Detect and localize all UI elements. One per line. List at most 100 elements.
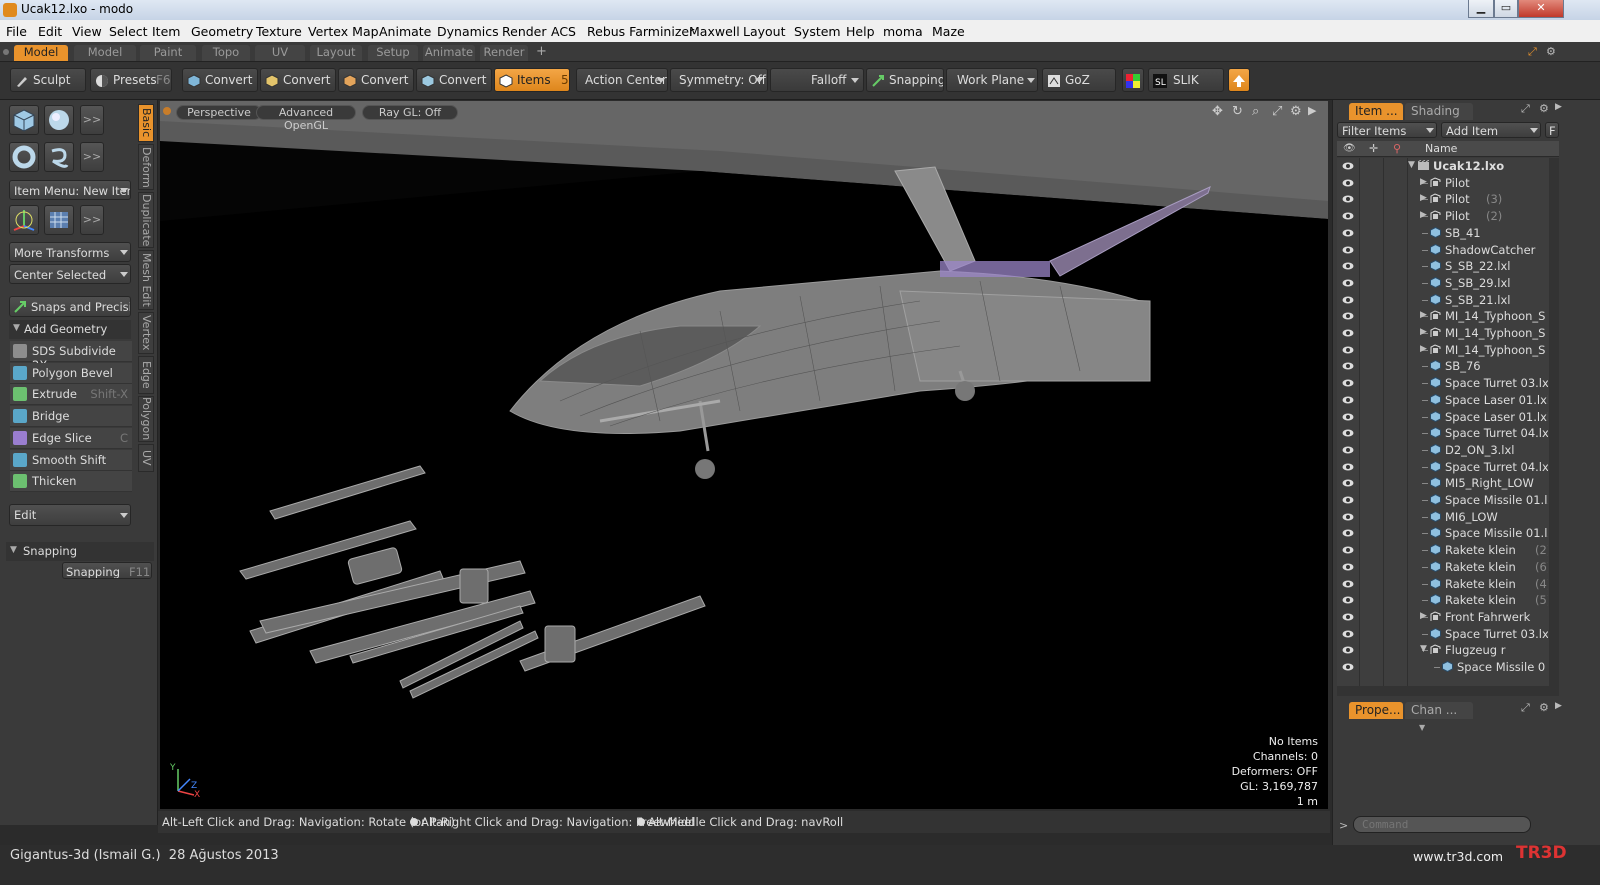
tree-row[interactable]: Space Turret 04.lx <box>1338 425 1548 442</box>
vtab-edge[interactable]: Edge <box>138 356 154 394</box>
menu-file[interactable]: File <box>6 24 27 39</box>
vtab-uv[interactable]: UV <box>138 444 154 472</box>
visibility-eye-icon[interactable] <box>1342 427 1354 439</box>
grid-tool-button[interactable] <box>44 205 74 235</box>
tree-row[interactable]: ▶ Pilot (2) <box>1338 208 1548 225</box>
close-icon[interactable]: ✕ <box>1518 0 1564 18</box>
vtab-vertex[interactable]: Vertex <box>138 312 154 354</box>
visibility-eye-icon[interactable] <box>1342 260 1354 272</box>
tool-polygon-bevel[interactable]: Polygon Bevel <box>10 362 132 384</box>
transform-tool-button[interactable] <box>9 205 39 235</box>
tree-row[interactable]: ▼ Ucak12.lxo <box>1338 158 1548 175</box>
tab-layout-topo[interactable]: Topo <box>202 45 250 61</box>
visibility-eye-icon[interactable] <box>1342 327 1354 339</box>
visibility-eye-icon[interactable] <box>1342 193 1354 205</box>
slik-button[interactable]: SL SLIK <box>1148 68 1224 92</box>
menu-help[interactable]: Help <box>846 24 875 39</box>
visibility-eye-icon[interactable] <box>1342 644 1354 656</box>
falloff-dropdown[interactable]: Falloff <box>770 68 864 92</box>
lock-column-icon[interactable]: ✛ <box>1369 142 1378 155</box>
menu-dynamics[interactable]: Dynamics <box>437 24 499 39</box>
expand-layout-icon[interactable]: ⤢ <box>1528 45 1537 59</box>
menu-moma[interactable]: moma <box>883 24 923 39</box>
zoom-view-icon[interactable]: ⌕ <box>1252 104 1259 119</box>
expand-right-icon[interactable]: ▶ <box>1420 177 1427 187</box>
tree-row[interactable]: ShadowCatcher <box>1338 242 1548 259</box>
menu-render[interactable]: Render <box>502 24 547 39</box>
vtab-deform[interactable]: Deform <box>138 144 154 190</box>
snapping-section-header[interactable]: ▼ Snapping <box>6 542 154 561</box>
tree-row[interactable]: ▶ MI_14_Typhoon_S <box>1338 342 1548 359</box>
tab-properties[interactable]: Prope... <box>1349 702 1403 719</box>
gear-icon[interactable]: ⚙ <box>1546 45 1556 58</box>
menu-layout[interactable]: Layout <box>743 24 786 39</box>
item-menu-dropdown[interactable]: Item Menu: New Item <box>9 180 131 200</box>
edit-dropdown[interactable]: Edit <box>9 504 131 526</box>
menu-animate[interactable]: Animate <box>379 24 431 39</box>
visibility-eye-icon[interactable] <box>1342 511 1354 523</box>
menu-select[interactable]: Select <box>109 24 148 39</box>
presets-button[interactable]: Presets F6 <box>90 68 172 92</box>
tool-thicken[interactable]: Thicken <box>10 471 132 493</box>
tree-row[interactable]: Space Turret 03.lx <box>1338 626 1548 643</box>
snaps-precision-button[interactable]: Snaps and Precision <box>9 296 131 317</box>
properties-menu-arrow-icon[interactable]: ▶ <box>1555 701 1562 711</box>
visibility-eye-icon[interactable] <box>1342 210 1354 222</box>
visibility-eye-icon[interactable] <box>1342 578 1354 590</box>
symmetry-dropdown[interactable]: Symmetry: Off <box>670 68 768 92</box>
site-url[interactable]: www.tr3d.com <box>1413 849 1503 864</box>
visibility-eye-icon[interactable] <box>1342 277 1354 289</box>
viewport-options-dot-icon[interactable] <box>163 107 171 115</box>
visibility-eye-icon[interactable] <box>1342 661 1354 673</box>
tree-scrollbar[interactable] <box>1549 158 1559 686</box>
tree-row[interactable]: S_SB_29.lxl <box>1338 275 1548 292</box>
visibility-eye-icon[interactable] <box>1342 411 1354 423</box>
more-primitives-button-2[interactable]: >> <box>80 142 104 172</box>
3d-viewport[interactable]: Perspective Advanced OpenGL Ray GL: Off … <box>160 101 1328 809</box>
action-center-dropdown[interactable]: Action Center <box>576 68 668 92</box>
menu-texture[interactable]: Texture <box>256 24 302 39</box>
add-item-dropdown[interactable]: Add Item <box>1441 122 1541 138</box>
sculpt-button[interactable]: Sculpt <box>10 68 86 92</box>
vtab-mesh-edit[interactable]: Mesh Edit <box>138 250 154 310</box>
panel-menu-arrow-icon[interactable]: ▶ <box>1555 102 1562 112</box>
vtab-duplicate[interactable]: Duplicate <box>138 192 154 248</box>
expand-right-icon[interactable]: ▶ <box>1420 611 1427 621</box>
vtab-basic[interactable]: Basic <box>138 104 154 142</box>
visibility-eye-icon[interactable] <box>1342 611 1354 623</box>
move-view-icon[interactable]: ✥ <box>1212 104 1223 119</box>
visibility-column-icon[interactable]: 👁 <box>1343 143 1356 154</box>
menu-item[interactable]: Item <box>152 24 180 39</box>
tab-layout-uv[interactable]: UV <box>255 45 305 61</box>
goz-button[interactable]: GoZ <box>1042 68 1116 92</box>
tab-item-list[interactable]: Item ... <box>1349 103 1403 120</box>
visibility-eye-icon[interactable] <box>1342 377 1354 389</box>
raygl-button[interactable]: Ray GL: Off <box>362 105 458 120</box>
minimize-icon[interactable]: ▁ <box>1468 0 1494 18</box>
tree-row[interactable]: ▶ MI_14_Typhoon_S <box>1338 308 1548 325</box>
visibility-eye-icon[interactable] <box>1342 227 1354 239</box>
tab-layout-layout[interactable]: Layout <box>310 45 362 61</box>
visibility-eye-icon[interactable] <box>1342 344 1354 356</box>
tree-row[interactable]: Rakete klein (5) <box>1338 592 1548 609</box>
items-mode-button[interactable]: Items 5 <box>494 68 570 92</box>
expand-right-icon[interactable]: ▶ <box>1420 327 1427 337</box>
tree-row[interactable]: D2_ON_3.lxl <box>1338 442 1548 459</box>
fit-view-icon[interactable]: ⤢ <box>1272 104 1282 119</box>
convert-button-3[interactable]: Convert <box>338 68 414 92</box>
tree-row[interactable]: Rakete klein (2) <box>1338 542 1548 559</box>
expand-down-icon[interactable]: ▼ <box>1408 160 1415 170</box>
command-input[interactable] <box>1353 816 1531 833</box>
visibility-eye-icon[interactable] <box>1342 394 1354 406</box>
expand-panel-icon[interactable]: ⤢ <box>1521 102 1530 116</box>
tool-sds-subdivide-2x[interactable]: SDS Subdivide 2X <box>10 341 132 372</box>
visibility-eye-icon[interactable] <box>1342 360 1354 372</box>
expand-right-icon[interactable]: ▶ <box>1420 193 1427 203</box>
visibility-eye-icon[interactable] <box>1342 477 1354 489</box>
visibility-eye-icon[interactable] <box>1342 561 1354 573</box>
tree-row[interactable]: ▶ Pilot <box>1338 175 1548 192</box>
tube-primitive-button[interactable] <box>44 142 74 172</box>
visibility-eye-icon[interactable] <box>1342 494 1354 506</box>
view-type-button[interactable]: Perspective <box>176 105 262 120</box>
tool-edge-slice[interactable]: Edge Slice C <box>10 427 132 449</box>
